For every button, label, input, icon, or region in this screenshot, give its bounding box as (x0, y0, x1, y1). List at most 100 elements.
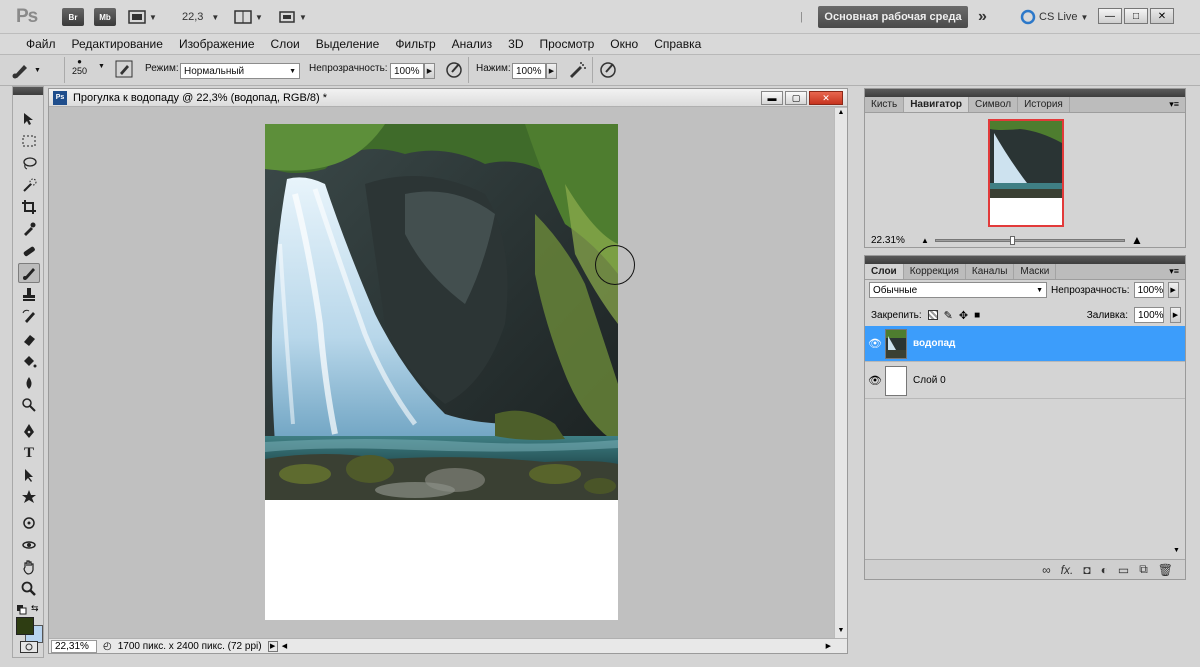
zoom-level-dropdown[interactable]: 22,3 ▼ (182, 7, 219, 27)
status-menu-button[interactable]: ▶ (267, 640, 278, 652)
menu-help[interactable]: Справка (646, 37, 709, 51)
foreground-color-swatch[interactable] (16, 617, 34, 635)
panel-menu-icon[interactable]: ▾≡ (1169, 266, 1179, 277)
layers-scrollbar[interactable]: ▼ (1173, 326, 1183, 554)
doc-maximize-button[interactable]: ▢ (785, 91, 807, 105)
layer-opacity-input[interactable]: 100% (1133, 282, 1164, 298)
navigator-zoom-value[interactable]: 22.31% (865, 235, 915, 246)
tab-channels[interactable]: Каналы (966, 264, 1015, 279)
tab-navigator[interactable]: Навигатор (904, 97, 969, 112)
bridge-button[interactable]: Br (62, 7, 84, 27)
tab-adjustments[interactable]: Коррекция (904, 264, 966, 279)
marquee-tool-icon[interactable] (18, 131, 40, 151)
eye-icon[interactable]: 👁 (865, 374, 885, 387)
menu-file[interactable]: Файл (18, 37, 64, 51)
tab-history[interactable]: История (1018, 97, 1070, 112)
pressure-slider-button[interactable]: ▶ (546, 63, 557, 79)
fill-input[interactable]: 100% (1134, 307, 1164, 323)
pressure-input[interactable]: 100% ▶ (512, 63, 557, 79)
doc-minimize-button[interactable]: ▬ (761, 91, 783, 105)
status-info-icon[interactable]: ◴ (103, 641, 112, 652)
3d-orbit-tool-icon[interactable] (18, 535, 40, 555)
vertical-scrollbar[interactable]: ▲ ▼ (834, 108, 847, 638)
airbrush-button[interactable] (566, 60, 588, 80)
zoom-tool-icon[interactable] (18, 579, 40, 599)
paint-bucket-tool-icon[interactable] (18, 351, 40, 371)
waterfall-photo[interactable] (265, 124, 618, 500)
menu-analysis[interactable]: Анализ (444, 37, 501, 51)
lock-position-icon[interactable]: ✥ (959, 309, 968, 322)
scroll-down-arrow-icon[interactable]: ▼ (1173, 547, 1180, 554)
layer-style-fx-icon[interactable]: fx. (1061, 563, 1074, 577)
add-mask-icon[interactable]: ◘ (1083, 563, 1090, 577)
minimize-button[interactable]: — (1098, 8, 1122, 24)
arrange-documents-button[interactable]: ▼ (234, 7, 263, 27)
fill-slider-button[interactable]: ▶ (1170, 307, 1181, 323)
lasso-tool-icon[interactable] (18, 153, 40, 173)
move-tool-icon[interactable] (18, 109, 40, 129)
document-title-bar[interactable]: Ps Прогулка к водопаду @ 22,3% (водопад,… (49, 89, 847, 107)
dodge-tool-icon[interactable] (18, 395, 40, 415)
adjustment-layer-icon[interactable]: ◐ (1101, 563, 1108, 577)
brush-panel-toggle[interactable] (115, 60, 133, 78)
tab-layers[interactable]: Слои (865, 264, 904, 279)
delete-layer-icon[interactable]: 🗑 (1158, 563, 1173, 577)
zoom-out-mountain-icon[interactable]: ▲ (915, 236, 935, 245)
layer-row-waterfall[interactable]: 👁 водопад (865, 326, 1185, 362)
navigator-thumbnail[interactable] (988, 119, 1064, 227)
quick-mask-button[interactable] (20, 641, 38, 653)
tablet-size-button[interactable] (598, 60, 618, 80)
lock-all-icon[interactable]: ■ (974, 310, 980, 321)
brush-size-dropdown[interactable]: ▼ (98, 63, 105, 70)
menu-image[interactable]: Изображение (171, 37, 263, 51)
doc-close-button[interactable]: ✕ (809, 91, 843, 105)
blend-mode-select[interactable]: Обычные ▼ (869, 282, 1047, 298)
slider-thumb[interactable] (1010, 235, 1015, 245)
close-button[interactable]: ✕ (1150, 8, 1174, 24)
menu-3d[interactable]: 3D (500, 37, 531, 51)
tablet-opacity-button[interactable] (444, 60, 464, 80)
crop-tool-icon[interactable] (18, 197, 40, 217)
new-layer-icon[interactable]: ⧉ (1139, 562, 1148, 577)
screen-mode-button[interactable]: ▼ (278, 7, 307, 27)
layer-opacity-slider-button[interactable]: ▶ (1167, 282, 1179, 298)
opacity-input[interactable]: 100% ▶ (390, 63, 435, 79)
canvas-area[interactable] (49, 108, 834, 638)
tool-preset-picker[interactable]: ▼ (10, 60, 41, 80)
history-brush-tool-icon[interactable] (18, 307, 40, 327)
clone-stamp-tool-icon[interactable] (18, 285, 40, 305)
tab-masks[interactable]: Маски (1014, 264, 1057, 279)
3d-rotate-tool-icon[interactable] (18, 513, 40, 533)
healing-brush-tool-icon[interactable] (18, 241, 40, 261)
menu-select[interactable]: Выделение (308, 37, 388, 51)
hscroll-left-arrow-icon[interactable]: ◀ (282, 642, 287, 650)
opacity-slider-button[interactable]: ▶ (424, 63, 435, 79)
zoom-in-mountain-icon[interactable]: ▲ (1125, 233, 1149, 247)
link-layers-icon[interactable]: ∞ (1042, 563, 1051, 577)
maximize-button[interactable]: □ (1124, 8, 1148, 24)
status-zoom-field[interactable]: 22,31% (51, 639, 97, 653)
shape-tool-icon[interactable] (18, 487, 40, 507)
menu-view[interactable]: Просмотр (531, 37, 602, 51)
new-group-icon[interactable]: ▭ (1118, 563, 1129, 577)
swap-colors-icon[interactable]: ⇆ (31, 603, 39, 614)
tab-brush[interactable]: Кисть (865, 97, 905, 112)
type-tool-icon[interactable]: T (18, 443, 40, 463)
menu-filter[interactable]: Фильтр (387, 37, 443, 51)
more-workspaces-button[interactable]: » (978, 7, 987, 27)
scroll-down-arrow-icon[interactable]: ▼ (836, 627, 846, 637)
lock-pixels-icon[interactable]: ✎ (944, 309, 953, 322)
scroll-up-arrow-icon[interactable]: ▲ (836, 109, 846, 119)
eraser-tool-icon[interactable] (18, 329, 40, 349)
menu-edit[interactable]: Редактирование (64, 37, 171, 51)
cs-live-button[interactable]: CS Live ▼ (1020, 9, 1088, 25)
workspace-button[interactable]: Основная рабочая среда (818, 6, 968, 28)
brush-size-picker[interactable]: ● 250 (72, 57, 87, 76)
menu-layers[interactable]: Слои (263, 37, 308, 51)
layer-row-layer-0[interactable]: 👁 Слой 0 (865, 363, 1185, 399)
quick-selection-tool-icon[interactable] (18, 175, 40, 195)
tab-character[interactable]: Символ (969, 97, 1019, 112)
hscroll-right-arrow-icon[interactable]: ▶ (826, 642, 831, 650)
pen-tool-icon[interactable] (18, 421, 40, 441)
document-canvas[interactable] (265, 124, 618, 620)
